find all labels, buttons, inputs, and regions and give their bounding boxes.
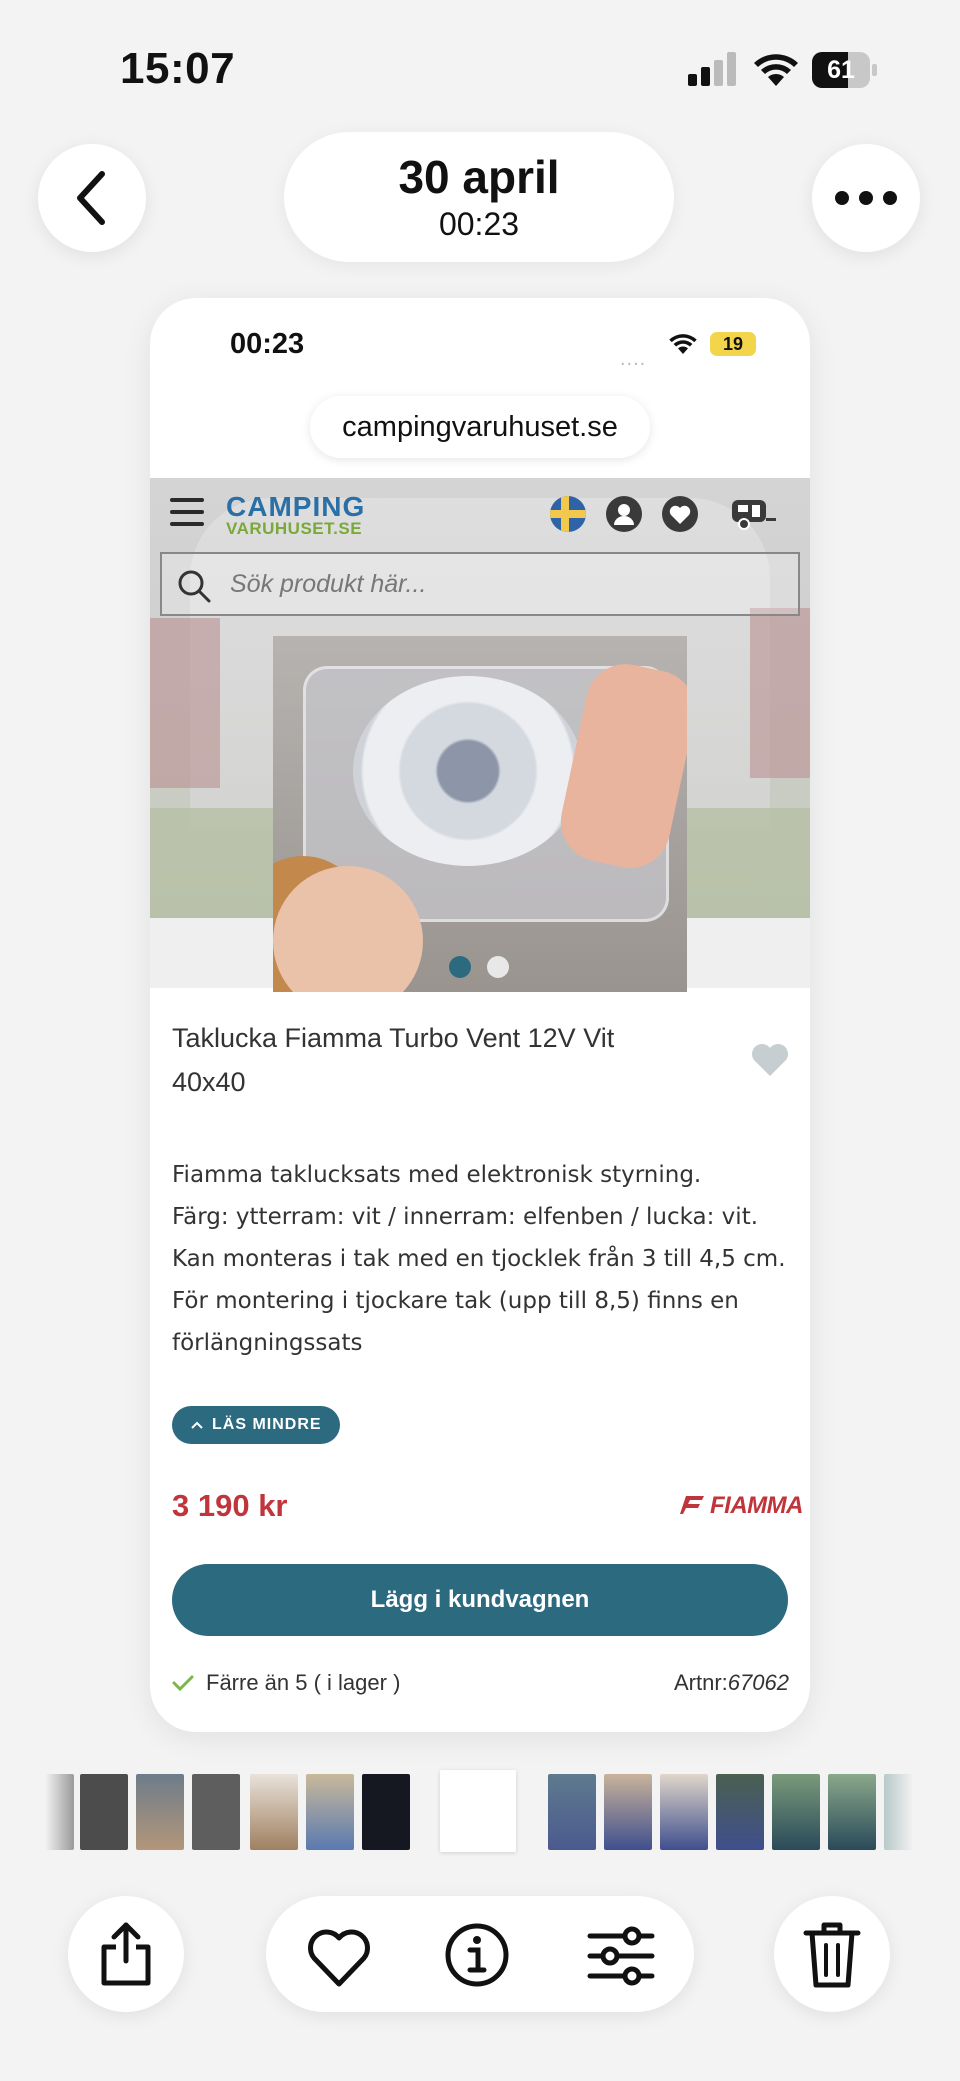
checkmark-icon [172, 1675, 194, 1692]
brand-name: FIAMMA [710, 1492, 803, 1519]
thumbnail-current[interactable] [440, 1770, 516, 1852]
thumbnail[interactable] [136, 1774, 184, 1850]
inner-battery: 19 [710, 332, 756, 356]
screenshot-card[interactable]: 00:23 .... 19 campingvaruhuset.se CAMPIN… [150, 298, 810, 1732]
description-line: förlängningssats [172, 1330, 363, 1356]
thumbnail[interactable] [884, 1774, 912, 1850]
thumbnail[interactable] [306, 1774, 354, 1850]
product-price: 3 190 kr [172, 1488, 288, 1523]
signal-icon [688, 52, 736, 86]
ellipsis-icon [835, 191, 897, 205]
share-icon [101, 1922, 151, 1986]
battery-indicator: 61 [812, 52, 878, 88]
chevron-left-icon [77, 171, 105, 225]
date-pill[interactable]: 30 april 00:23 [284, 132, 674, 262]
battery-level: 61 [827, 56, 855, 84]
swedish-flag-icon[interactable] [550, 496, 586, 532]
photo-time: 00:23 [438, 206, 520, 242]
thumbnail[interactable] [828, 1774, 876, 1850]
caravan-cart-icon[interactable] [730, 496, 776, 532]
stock-text: Färre än 5 ( i lager ) [206, 1670, 401, 1695]
thumbnail[interactable] [46, 1774, 74, 1850]
menu-icon[interactable] [170, 498, 204, 526]
thumbnail[interactable] [604, 1774, 652, 1850]
carousel-dot-1[interactable] [449, 956, 471, 978]
url-bar[interactable]: campingvaruhuset.se [310, 396, 650, 458]
carousel-dot-2[interactable] [487, 956, 509, 978]
photo-date: 30 april [398, 151, 560, 203]
add-to-cart-button[interactable]: Lägg i kundvagnen [172, 1564, 788, 1636]
favorite-heart-icon[interactable] [750, 1042, 790, 1078]
chevron-up-icon [191, 1421, 203, 1429]
fiamma-logo-icon [680, 1496, 704, 1514]
adjust-icon[interactable] [586, 1926, 656, 1986]
wifi-icon [754, 54, 798, 86]
thumbnail[interactable] [660, 1774, 708, 1850]
thumbnail-strip[interactable] [0, 1770, 960, 1852]
logo-varuhuset[interactable]: VARUHUSET.SE [226, 520, 362, 538]
read-less-label: LÄS MINDRE [212, 1416, 322, 1433]
stock-status: Färre än 5 ( i lager ) [172, 1670, 400, 1696]
more-button[interactable] [812, 144, 920, 252]
product-description: Fiamma taklucksats med elektronisk styrn… [172, 1154, 792, 1364]
artnr-value: 67062 [727, 1670, 789, 1695]
logo-camping[interactable]: CAMPING [226, 493, 365, 521]
back-button[interactable] [38, 144, 146, 252]
info-icon[interactable] [444, 1922, 510, 1988]
description-line: För montering i tjockare tak (upp till 8… [172, 1288, 739, 1314]
search-placeholder: Sök produkt här... [230, 570, 427, 598]
thumbnail[interactable] [80, 1774, 128, 1850]
description-line: Kan monteras i tak med en tjocklek från … [172, 1246, 786, 1272]
artnr-label: Artnr: [674, 1670, 728, 1695]
trash-icon [803, 1922, 861, 1988]
thumbnail[interactable] [362, 1774, 410, 1850]
thumbnail[interactable] [192, 1774, 240, 1850]
article-number: Artnr:67062 [674, 1670, 789, 1696]
thumbnail[interactable] [250, 1774, 298, 1850]
search-icon [178, 570, 211, 603]
inner-wifi-icon [669, 334, 697, 354]
brand-logo[interactable]: FIAMMA [680, 1492, 803, 1520]
delete-button[interactable] [774, 1896, 890, 2012]
inner-status-time: 00:23 [230, 328, 305, 360]
description-line: Fiamma taklucksats med elektronisk styrn… [172, 1162, 702, 1188]
share-button[interactable] [68, 1896, 184, 2012]
product-image[interactable] [273, 636, 687, 992]
inner-signal-dots: .... [620, 348, 647, 370]
description-line: Färg: ytterram: vit / innerram: elfenben… [172, 1204, 759, 1230]
product-title: Taklucka Fiamma Turbo Vent 12V Vit 40x40 [172, 1023, 615, 1097]
add-to-cart-label: Lägg i kundvagnen [370, 1586, 590, 1613]
status-time: 15:07 [120, 44, 236, 93]
thumbnail[interactable] [548, 1774, 596, 1850]
thumbnail[interactable] [716, 1774, 764, 1850]
account-icon[interactable] [606, 496, 642, 532]
heart-icon[interactable] [306, 1928, 372, 1988]
wishlist-icon[interactable] [662, 496, 698, 532]
read-less-button[interactable]: LÄS MINDRE [172, 1406, 340, 1444]
thumbnail[interactable] [772, 1774, 820, 1850]
